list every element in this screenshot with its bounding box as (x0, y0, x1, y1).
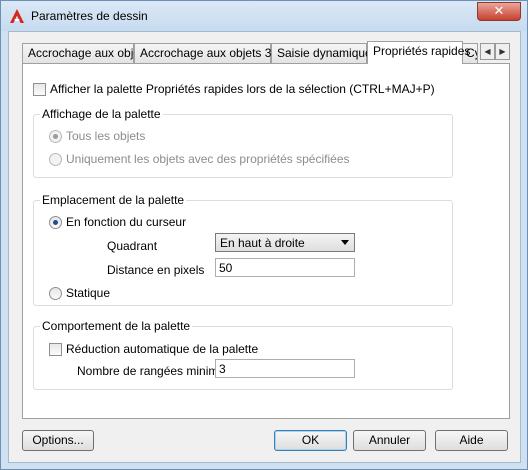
option-all-objects[interactable]: Tous les objets (49, 129, 145, 143)
close-button[interactable]: ✕ (477, 2, 521, 21)
specified-objects-label: Uniquement les objets avec des propriété… (66, 152, 350, 166)
palette-behavior-title: Comportement de la palette (40, 319, 193, 333)
quadrant-dropdown[interactable]: En haut à droite (215, 233, 355, 252)
tab-quick-properties[interactable]: Propriétés rapides (367, 41, 470, 64)
option-cursor-dependent[interactable]: En fonction du curseur (49, 215, 186, 229)
static-radio[interactable] (49, 286, 62, 300)
palette-behavior-group: Comportement de la palette Réduction aut… (33, 319, 453, 390)
option-static[interactable]: Statique (49, 286, 110, 300)
all-objects-label: Tous les objets (66, 129, 146, 143)
title-bar[interactable]: Paramètres de dessin ✕ (1, 1, 527, 31)
dialog-window: Paramètres de dessin ✕ Accrochage aux ob… (0, 0, 528, 470)
tab-dynamic-input[interactable]: Saisie dynamique (271, 43, 372, 63)
option-specified-objects[interactable]: Uniquement les objets avec des propriété… (49, 152, 350, 166)
palette-display-title: Affichage de la palette (40, 107, 163, 121)
palette-display-group: Affichage de la palette Tous les objets … (33, 107, 453, 178)
auto-collapse-label: Réduction automatique de la palette (66, 342, 259, 356)
tab-strip: Accrochage aux objets Accrochage aux obj… (22, 41, 510, 64)
auto-collapse-checkbox[interactable] (49, 342, 62, 356)
tab-scroll-right-icon[interactable]: ▶ (495, 43, 510, 60)
autocad-a-icon (10, 9, 24, 23)
quadrant-value: En haut à droite (220, 236, 305, 250)
specified-objects-radio[interactable] (49, 152, 62, 166)
min-rows-input[interactable]: 3 (215, 359, 355, 378)
tab-object-snap[interactable]: Accrochage aux objets (22, 43, 149, 63)
tab-scroll-left-icon[interactable]: ◀ (480, 43, 495, 60)
options-button[interactable]: Options... (22, 430, 94, 451)
quick-properties-panel: Afficher la palette Propriétés rapides l… (22, 63, 510, 419)
static-label: Statique (66, 286, 111, 300)
min-rows-label: Nombre de rangées minimal (77, 364, 228, 378)
chevron-down-icon (341, 240, 349, 245)
dialog-client-area: Accrochage aux objets Accrochage aux obj… (8, 31, 521, 463)
cancel-button[interactable]: Annuler (353, 430, 426, 451)
palette-location-group: Emplacement de la palette En fonction du… (33, 193, 453, 306)
all-objects-radio[interactable] (49, 129, 62, 143)
cursor-dependent-radio[interactable] (49, 215, 62, 229)
show-palette-checkbox[interactable] (33, 82, 46, 96)
auto-collapse-option[interactable]: Réduction automatique de la palette (49, 342, 258, 356)
show-palette-label: Afficher la palette Propriétés rapides l… (50, 82, 435, 96)
cursor-dependent-label: En fonction du curseur (66, 215, 187, 229)
tab-3d-object-snap[interactable]: Accrochage aux objets 3D (134, 43, 280, 63)
palette-location-title: Emplacement de la palette (40, 193, 187, 207)
show-palette-option[interactable]: Afficher la palette Propriétés rapides l… (33, 82, 435, 96)
quadrant-label: Quadrant (107, 239, 158, 253)
window-title: Paramètres de dessin (31, 9, 148, 23)
distance-input[interactable]: 50 (215, 258, 355, 277)
ok-button[interactable]: OK (274, 430, 347, 451)
help-button[interactable]: Aide (435, 430, 508, 451)
distance-label: Distance en pixels (107, 263, 205, 277)
